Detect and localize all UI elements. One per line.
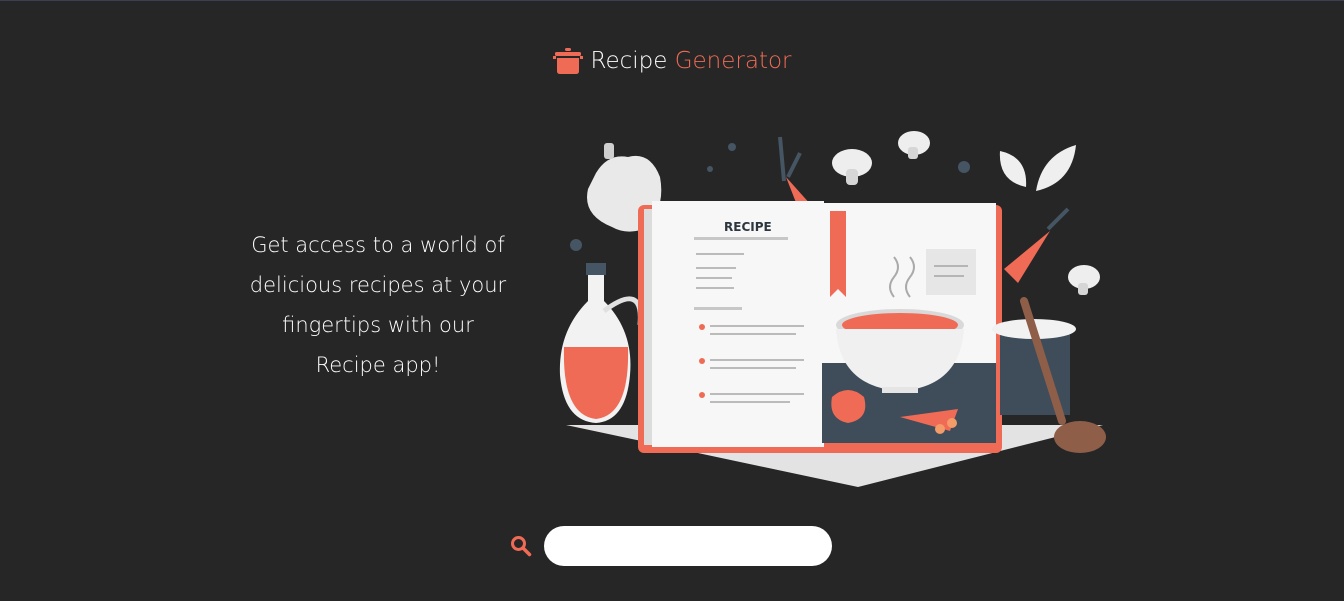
tagline-line: delicious recipes at your <box>249 273 507 297</box>
tagline-line: Recipe app! <box>315 353 441 377</box>
app-title-primary: Recipe <box>590 48 668 74</box>
cooking-pot-icon <box>552 48 583 74</box>
hero-tagline: Get access to a world of delicious recip… <box>218 225 538 385</box>
search-input[interactable] <box>544 526 832 566</box>
recipe-generator-page: Recipe Generator Get access to a world o… <box>0 0 1344 601</box>
app-title-accent: Generator <box>674 48 792 74</box>
app-title: Recipe Generator <box>591 48 792 74</box>
tagline-line: Get access to a world of <box>251 233 505 257</box>
search-icon[interactable] <box>510 535 532 557</box>
app-header: Recipe Generator <box>0 47 1344 75</box>
tagline-line: fingertips with our <box>282 313 474 337</box>
book-recipe-label: RECIPE <box>724 220 772 234</box>
search-bar <box>510 526 832 566</box>
open-recipe-book-illustration: RECIPE <box>559 131 1106 487</box>
